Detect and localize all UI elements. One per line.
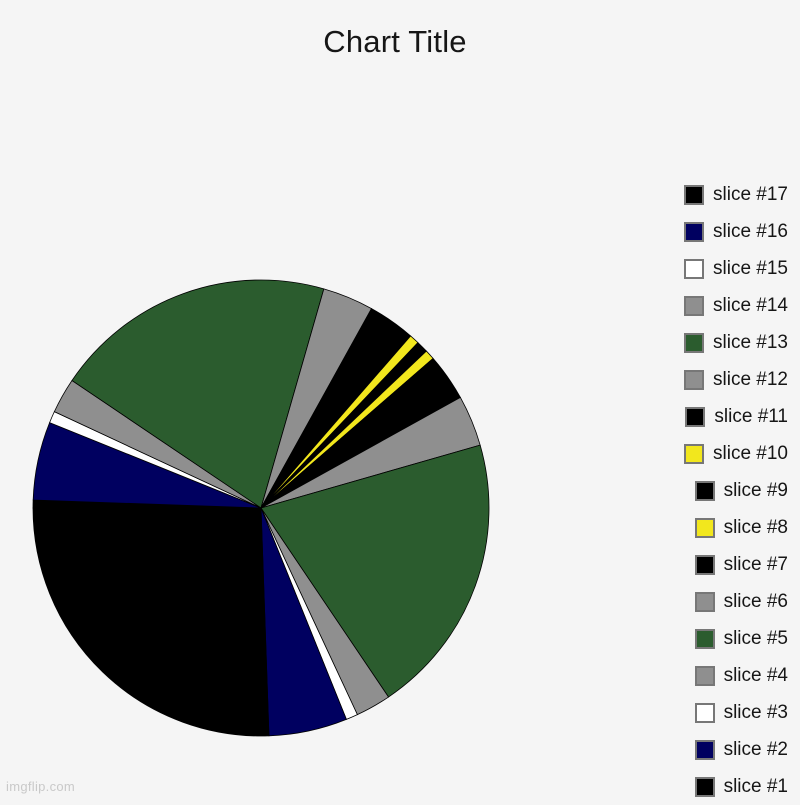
legend-color-swatch bbox=[684, 258, 704, 279]
legend-item-label: slice #5 bbox=[723, 628, 788, 649]
pie-chart-figure: Chart Title slice #17 slice #16 slice #15 s… bbox=[0, 0, 800, 800]
legend-item[interactable]: slice #13 bbox=[684, 324, 788, 361]
legend-color-swatch bbox=[694, 591, 715, 612]
legend-item[interactable]: slice #7 bbox=[694, 546, 788, 583]
legend-color-swatch bbox=[684, 295, 704, 316]
legend-item-label: slice #14 bbox=[713, 295, 788, 316]
legend-item[interactable]: slice #2 bbox=[694, 731, 788, 768]
legend-color-swatch bbox=[684, 443, 704, 464]
imgflip-watermark: imgflip.com bbox=[6, 779, 76, 794]
legend-item-label: slice #16 bbox=[713, 221, 788, 242]
legend-color-swatch bbox=[694, 628, 715, 649]
legend-item-label: slice #12 bbox=[713, 369, 788, 390]
legend-item[interactable]: slice #14 bbox=[684, 287, 788, 324]
legend-color-swatch bbox=[694, 665, 715, 686]
legend-item[interactable]: slice #6 bbox=[694, 583, 788, 620]
pie-svg bbox=[32, 279, 490, 737]
pie-slice[interactable] bbox=[32, 507, 270, 737]
legend-item-label: slice #1 bbox=[723, 776, 788, 797]
legend-item-label: slice #6 bbox=[723, 591, 788, 612]
legend-item[interactable]: slice #5 bbox=[694, 620, 788, 657]
legend-item[interactable]: slice #3 bbox=[694, 694, 788, 731]
legend-item[interactable]: slice #1 bbox=[694, 768, 788, 805]
legend-item[interactable]: slice #17 bbox=[684, 176, 788, 213]
legend-item[interactable]: slice #10 bbox=[684, 435, 788, 472]
pie-plot-area bbox=[0, 0, 520, 800]
legend-color-swatch bbox=[684, 184, 704, 205]
legend-color-swatch bbox=[694, 739, 715, 760]
legend-item[interactable]: slice #15 bbox=[684, 250, 788, 287]
legend-item[interactable]: slice #4 bbox=[694, 657, 788, 694]
legend-item-label: slice #10 bbox=[713, 443, 788, 464]
legend-item-label: slice #17 bbox=[713, 184, 788, 205]
legend-item[interactable]: slice #12 bbox=[684, 361, 788, 398]
legend-color-swatch bbox=[685, 406, 706, 427]
legend-item-label: slice #11 bbox=[714, 406, 788, 427]
legend-color-swatch bbox=[684, 221, 704, 242]
legend-color-swatch bbox=[694, 776, 715, 797]
legend-color-swatch bbox=[694, 480, 715, 501]
legend-color-swatch bbox=[684, 369, 704, 390]
legend-item[interactable]: slice #16 bbox=[684, 213, 788, 250]
legend-item[interactable]: slice #11 bbox=[685, 398, 788, 435]
legend-item-label: slice #15 bbox=[713, 258, 788, 279]
legend-color-swatch bbox=[694, 517, 715, 538]
legend-color-swatch bbox=[694, 554, 715, 575]
legend-item-label: slice #2 bbox=[723, 739, 788, 760]
chart-legend: slice #17 slice #16 slice #15 slice #14 slic… bbox=[558, 176, 788, 805]
legend-item-label: slice #7 bbox=[723, 554, 788, 575]
legend-color-swatch bbox=[684, 332, 704, 353]
legend-item-label: slice #3 bbox=[723, 702, 788, 723]
legend-color-swatch bbox=[694, 702, 715, 723]
legend-item-label: slice #9 bbox=[723, 480, 788, 501]
pie-slices-group bbox=[32, 279, 490, 737]
legend-item-label: slice #13 bbox=[713, 332, 788, 353]
legend-item[interactable]: slice #9 bbox=[694, 472, 788, 509]
legend-item-label: slice #4 bbox=[723, 665, 788, 686]
legend-item[interactable]: slice #8 bbox=[694, 509, 788, 546]
legend-item-label: slice #8 bbox=[723, 517, 788, 538]
